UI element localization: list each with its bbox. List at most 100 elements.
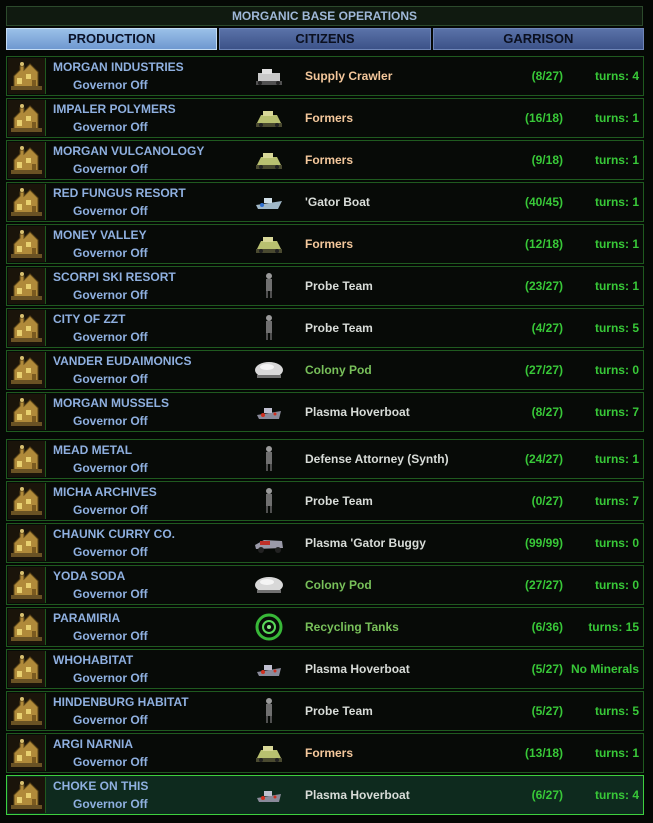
base-row-15[interactable]: WHOHABITAT Governor Off Plasma Hoverboat… xyxy=(6,649,644,689)
production-item: 'Gator Boat xyxy=(305,195,370,209)
base-name: MICHA ARCHIVES xyxy=(53,485,157,499)
production-item: Plasma 'Gator Buggy xyxy=(305,536,426,550)
tab-production[interactable]: PRODUCTION xyxy=(6,28,218,50)
base-row-11[interactable]: MICHA ARCHIVES Governor Off Probe Team (… xyxy=(6,481,644,521)
base-icon xyxy=(8,142,46,178)
governor-status: Governor Off xyxy=(73,246,148,260)
base-row-17[interactable]: ARGI NARNIA Governor Off Formers (13/18)… xyxy=(6,733,644,773)
turns-remaining: turns: 0 xyxy=(594,363,639,377)
tab-bar: PRODUCTION CITIZENS GARRISON xyxy=(6,28,644,50)
base-row-5[interactable]: MONEY VALLEY Governor Off Formers (12/18… xyxy=(6,224,644,264)
turns-remaining: turns: 5 xyxy=(594,321,639,335)
base-name: MORGAN VULCANOLOGY xyxy=(53,144,205,158)
production-item: Formers xyxy=(305,111,354,125)
production-item: Probe Team xyxy=(305,494,373,508)
base-row-2[interactable]: IMPALER POLYMERS Governor Off Formers (1… xyxy=(6,98,644,138)
production-item: Formers xyxy=(305,746,354,760)
recycling-tanks-icon xyxy=(252,612,286,642)
production-progress: (0/27) xyxy=(531,494,563,508)
production-progress: (5/27) xyxy=(531,704,563,718)
base-row-8[interactable]: VANDER EUDAIMONICS Governor Off Colony P… xyxy=(6,350,644,390)
probe-team-icon xyxy=(252,696,286,726)
base-row-18[interactable]: CHOKE ON THIS Governor Off Plasma Hoverb… xyxy=(6,775,644,815)
production-progress: (23/27) xyxy=(524,279,563,293)
base-name: RED FUNGUS RESORT xyxy=(53,186,186,200)
base-icon xyxy=(8,58,46,94)
turns-remaining: turns: 1 xyxy=(594,195,639,209)
base-row-16[interactable]: HINDENBURG HABITAT Governor Off Probe Te… xyxy=(6,691,644,731)
formers-icon xyxy=(252,229,286,259)
base-name: MORGAN MUSSELS xyxy=(53,396,170,410)
base-row-7[interactable]: CITY OF ZZT Governor Off Probe Team (4/2… xyxy=(6,308,644,348)
hoverboat-icon xyxy=(252,780,286,810)
base-row-4[interactable]: RED FUNGUS RESORT Governor Off 'Gator Bo… xyxy=(6,182,644,222)
hoverboat-icon xyxy=(252,397,286,427)
base-icon xyxy=(8,777,46,813)
base-icon xyxy=(8,567,46,603)
base-icon xyxy=(8,651,46,687)
probe-team-icon xyxy=(252,313,286,343)
production-progress: (27/27) xyxy=(524,363,563,377)
base-name: MORGAN INDUSTRIES xyxy=(53,60,184,74)
production-item: Plasma Hoverboat xyxy=(305,662,410,676)
base-row-1[interactable]: MORGAN INDUSTRIES Governor Off Supply Cr… xyxy=(6,56,644,96)
base-icon xyxy=(8,226,46,262)
colony-pod-icon xyxy=(252,355,286,385)
base-name: SCORPI SKI RESORT xyxy=(53,270,176,284)
production-item: Recycling Tanks xyxy=(305,620,399,634)
hoverboat-icon xyxy=(252,654,286,684)
production-progress: (27/27) xyxy=(524,578,563,592)
turns-remaining: turns: 1 xyxy=(594,746,639,760)
tab-garrison[interactable]: GARRISON xyxy=(432,28,644,50)
probe-team-icon xyxy=(252,486,286,516)
base-icon xyxy=(8,693,46,729)
base-row-13[interactable]: YODA SODA Governor Off Colony Pod (27/27… xyxy=(6,565,644,605)
turns-remaining: turns: 5 xyxy=(594,704,639,718)
governor-status: Governor Off xyxy=(73,461,148,475)
formers-icon xyxy=(252,145,286,175)
supply-crawler-icon xyxy=(252,61,286,91)
base-icon xyxy=(8,268,46,304)
tab-citizens[interactable]: CITIZENS xyxy=(219,28,431,50)
production-item: Colony Pod xyxy=(305,363,372,377)
governor-status: Governor Off xyxy=(73,797,148,811)
base-row-6[interactable]: SCORPI SKI RESORT Governor Off Probe Tea… xyxy=(6,266,644,306)
governor-status: Governor Off xyxy=(73,330,148,344)
base-name: CITY OF ZZT xyxy=(53,312,126,326)
turns-remaining: turns: 1 xyxy=(594,452,639,466)
base-name: MONEY VALLEY xyxy=(53,228,147,242)
base-name: MEAD METAL xyxy=(53,443,133,457)
base-row-9[interactable]: MORGAN MUSSELS Governor Off Plasma Hover… xyxy=(6,392,644,432)
base-name: VANDER EUDAIMONICS xyxy=(53,354,192,368)
governor-status: Governor Off xyxy=(73,162,148,176)
production-progress: (5/27) xyxy=(531,662,563,676)
base-row-10[interactable]: MEAD METAL Governor Off Defense Attorney… xyxy=(6,439,644,479)
governor-status: Governor Off xyxy=(73,545,148,559)
base-row-12[interactable]: CHAUNK CURRY CO. Governor Off Plasma 'Ga… xyxy=(6,523,644,563)
production-item: Colony Pod xyxy=(305,578,372,592)
base-name: IMPALER POLYMERS xyxy=(53,102,176,116)
base-icon xyxy=(8,735,46,771)
base-name: YODA SODA xyxy=(53,569,126,583)
base-name: WHOHABITAT xyxy=(53,653,134,667)
base-icon xyxy=(8,525,46,561)
turns-remaining: turns: 4 xyxy=(594,788,639,802)
production-item: Probe Team xyxy=(305,279,373,293)
base-row-14[interactable]: PARAMIRIA Governor Off Recycling Tanks (… xyxy=(6,607,644,647)
production-item: Plasma Hoverboat xyxy=(305,788,410,802)
governor-status: Governor Off xyxy=(73,414,148,428)
base-icon xyxy=(8,100,46,136)
turns-remaining: turns: 7 xyxy=(594,494,639,508)
production-item: Formers xyxy=(305,237,354,251)
production-progress: (99/99) xyxy=(524,536,563,550)
base-row-3[interactable]: MORGAN VULCANOLOGY Governor Off Formers … xyxy=(6,140,644,180)
production-progress: (8/27) xyxy=(531,69,563,83)
governor-status: Governor Off xyxy=(73,587,148,601)
governor-status: Governor Off xyxy=(73,372,148,386)
turns-remaining: turns: 0 xyxy=(594,536,639,550)
turns-remaining: turns: 1 xyxy=(594,279,639,293)
turns-remaining: turns: 1 xyxy=(594,111,639,125)
governor-status: Governor Off xyxy=(73,204,148,218)
base-icon xyxy=(8,310,46,346)
governor-status: Governor Off xyxy=(73,629,148,643)
